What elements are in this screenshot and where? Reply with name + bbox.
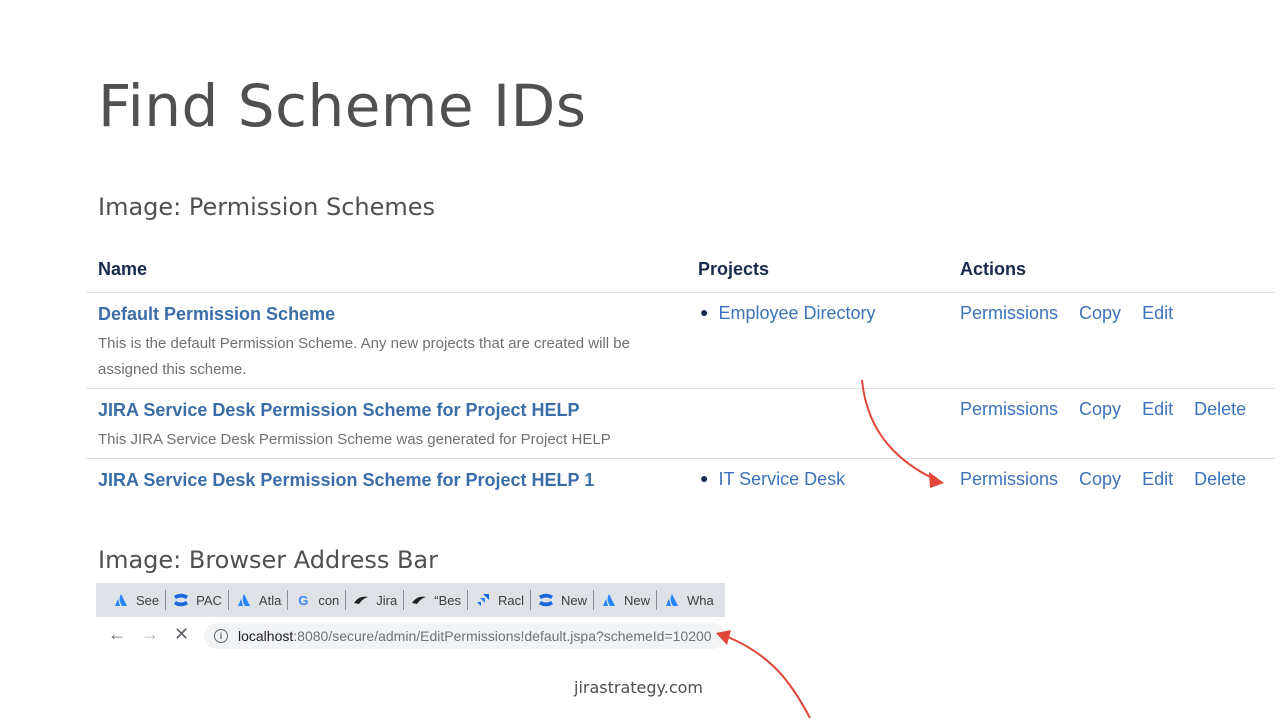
annotation-arrows xyxy=(716,379,944,719)
arrow-head-url xyxy=(716,630,731,645)
arrow-head-permissions xyxy=(929,472,944,488)
arrow-to-permissions xyxy=(861,379,935,480)
arrow-to-url xyxy=(727,636,811,719)
